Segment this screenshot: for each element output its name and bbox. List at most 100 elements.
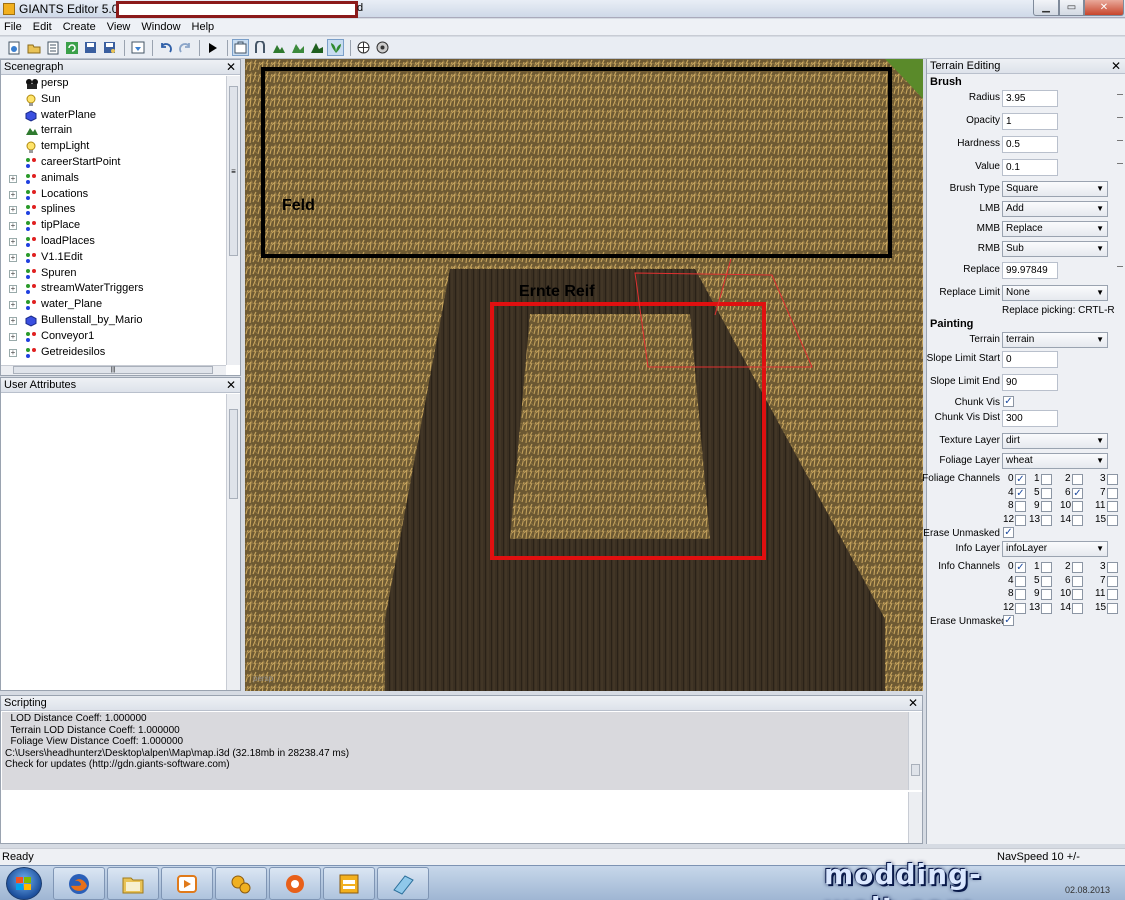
scenegraph-item-splines[interactable]: + splines xyxy=(1,202,226,218)
foliage-channels-checkbox-3[interactable] xyxy=(1107,474,1118,485)
chunk-vis-checkbox[interactable]: ✓ xyxy=(1003,396,1014,407)
foliage-channels-checkbox-2[interactable] xyxy=(1072,474,1083,485)
info-channels-checkbox-3[interactable] xyxy=(1107,562,1118,573)
brush-type-select[interactable]: Square ▼ xyxy=(1002,181,1108,197)
erase-unmasked-checkbox[interactable]: ✓ xyxy=(1003,527,1014,538)
script-log-scroll-thumb[interactable] xyxy=(911,764,920,776)
expand-toggle-icon[interactable]: + xyxy=(9,222,17,231)
terrain-select[interactable]: terrain ▼ xyxy=(1002,332,1108,348)
info-channels-checkbox-13[interactable] xyxy=(1041,602,1052,614)
info-channels-checkbox-5[interactable] xyxy=(1041,575,1052,587)
foliage-channels-checkbox-13[interactable] xyxy=(1041,514,1052,526)
taskbar-explorer[interactable] xyxy=(107,867,159,900)
scenegraph-item-animals[interactable]: + animals xyxy=(1,171,226,187)
scenegraph-item-persp[interactable]: persp xyxy=(1,76,226,92)
scenegraph-item-bullenstall-by-mario[interactable]: + Bullenstall_by_Mario xyxy=(1,313,226,329)
script-log-scrollbar[interactable] xyxy=(908,712,922,790)
scenegraph-item-tipplace[interactable]: + tipPlace xyxy=(1,218,226,234)
undo-icon[interactable] xyxy=(157,39,174,56)
scenegraph-hscroll-thumb[interactable]: ||| xyxy=(13,366,213,374)
scenegraph-item-conveyor1[interactable]: + Conveyor1 xyxy=(1,329,226,345)
taskbar-app-7[interactable] xyxy=(377,867,429,900)
start-button[interactable] xyxy=(6,867,42,900)
terrain-texture-icon[interactable] xyxy=(308,39,325,56)
play-icon[interactable] xyxy=(204,39,221,56)
maximize-button[interactable]: ▭ xyxy=(1059,0,1084,16)
menu-window[interactable]: Window xyxy=(141,21,180,33)
import-icon[interactable] xyxy=(129,39,146,56)
replace-limit-select[interactable]: None ▼ xyxy=(1002,285,1108,301)
foliage-channels-checkbox-15[interactable] xyxy=(1107,514,1118,526)
hardness-input[interactable] xyxy=(1002,136,1058,153)
info-channels-checkbox-6[interactable] xyxy=(1072,575,1083,587)
menu-view[interactable]: View xyxy=(107,21,131,33)
foliage-channels-checkbox-14[interactable] xyxy=(1072,514,1083,526)
info-channels-checkbox-14[interactable] xyxy=(1072,602,1083,614)
expand-toggle-icon[interactable]: + xyxy=(9,190,17,199)
close-window-button[interactable]: ✕ xyxy=(1084,0,1124,16)
taskbar-app-5[interactable] xyxy=(269,867,321,900)
user-attributes-vscrollbar[interactable] xyxy=(226,394,240,690)
erase-unmasked-2-checkbox[interactable]: ✓ xyxy=(1003,615,1014,626)
info-channels-checkbox-9[interactable] xyxy=(1041,589,1052,600)
radius-input[interactable] xyxy=(1002,90,1058,107)
save-icon[interactable] xyxy=(82,39,99,56)
scenegraph-hscrollbar[interactable]: ||| xyxy=(1,365,226,375)
refresh-icon[interactable] xyxy=(63,39,80,56)
terrain-paint-icon[interactable] xyxy=(289,39,306,56)
foliage-channels-checkbox-7[interactable] xyxy=(1107,487,1118,499)
script-input-area[interactable] xyxy=(2,792,908,843)
info-channels-checkbox-2[interactable] xyxy=(1072,562,1083,573)
terrain-sculpt-icon[interactable] xyxy=(270,39,287,56)
info-channels-checkbox-4[interactable] xyxy=(1015,575,1026,587)
chunk-vis-dist-input[interactable] xyxy=(1002,410,1058,427)
foliage-channels-checkbox-4[interactable]: ✓ xyxy=(1015,487,1026,499)
menu-create[interactable]: Create xyxy=(63,21,96,33)
info-channels-checkbox-0[interactable]: ✓ xyxy=(1015,562,1026,573)
user-attributes-close-button[interactable]: ✕ xyxy=(226,378,236,392)
foliage-channels-checkbox-10[interactable] xyxy=(1072,501,1083,512)
taskbar-giants-editor[interactable] xyxy=(323,867,375,900)
opacity-input[interactable] xyxy=(1002,113,1058,130)
info-channels-checkbox-8[interactable] xyxy=(1015,589,1026,600)
info-channels-checkbox-10[interactable] xyxy=(1072,589,1083,600)
open-icon[interactable] xyxy=(25,39,42,56)
slope-end-input[interactable] xyxy=(1002,374,1058,391)
expand-toggle-icon[interactable]: + xyxy=(9,269,17,278)
scenegraph-item-water-plane[interactable]: + water_Plane xyxy=(1,297,226,313)
texture-layer-select[interactable]: dirt ▼ xyxy=(1002,433,1108,449)
expand-toggle-icon[interactable]: + xyxy=(9,285,17,294)
expand-toggle-icon[interactable]: + xyxy=(9,348,17,357)
info-channels-checkbox-1[interactable] xyxy=(1041,562,1052,573)
replace-input[interactable] xyxy=(1002,262,1058,279)
new-icon[interactable] xyxy=(6,39,23,56)
scenegraph-item-waterplane[interactable]: waterPlane xyxy=(1,108,226,124)
menu-help[interactable]: Help xyxy=(192,21,215,33)
scenegraph-vscrollbar[interactable]: ≡ xyxy=(226,76,240,365)
scenegraph-item-v1-1edit[interactable]: + V1.1Edit xyxy=(1,250,226,266)
foliage-channels-checkbox-5[interactable] xyxy=(1041,487,1052,499)
foliage-channels-checkbox-6[interactable]: ✓ xyxy=(1072,487,1083,499)
foliage-channels-checkbox-8[interactable] xyxy=(1015,501,1026,512)
foliage-channels-checkbox-1[interactable] xyxy=(1041,474,1052,485)
3d-viewport[interactable]: Feld Ernte Reif persp xyxy=(245,59,923,691)
expand-toggle-icon[interactable]: + xyxy=(9,332,17,341)
minimize-button[interactable]: ▁ xyxy=(1033,0,1059,16)
save-as-icon[interactable] xyxy=(101,39,118,56)
taskbar-firefox[interactable] xyxy=(53,867,105,900)
scenegraph-item-careerstartpoint[interactable]: careerStartPoint xyxy=(1,155,226,171)
scenegraph-close-button[interactable]: ✕ xyxy=(226,60,236,74)
foliage-channels-checkbox-9[interactable] xyxy=(1041,501,1052,512)
info-channels-checkbox-12[interactable] xyxy=(1015,602,1026,614)
expand-toggle-icon[interactable]: + xyxy=(9,301,17,310)
mmb-select[interactable]: Replace ▼ xyxy=(1002,221,1108,237)
info-layer-select[interactable]: infoLayer ▼ xyxy=(1002,541,1108,557)
expand-toggle-icon[interactable]: + xyxy=(9,316,17,325)
info-channels-checkbox-7[interactable] xyxy=(1107,575,1118,587)
foliage-channels-checkbox-12[interactable] xyxy=(1015,514,1026,526)
scripting-close-button[interactable]: ✕ xyxy=(908,696,918,710)
render-icon[interactable] xyxy=(374,39,391,56)
select-mode-icon[interactable] xyxy=(232,39,249,56)
expand-toggle-icon[interactable]: + xyxy=(9,237,17,246)
checker-icon[interactable] xyxy=(355,39,372,56)
